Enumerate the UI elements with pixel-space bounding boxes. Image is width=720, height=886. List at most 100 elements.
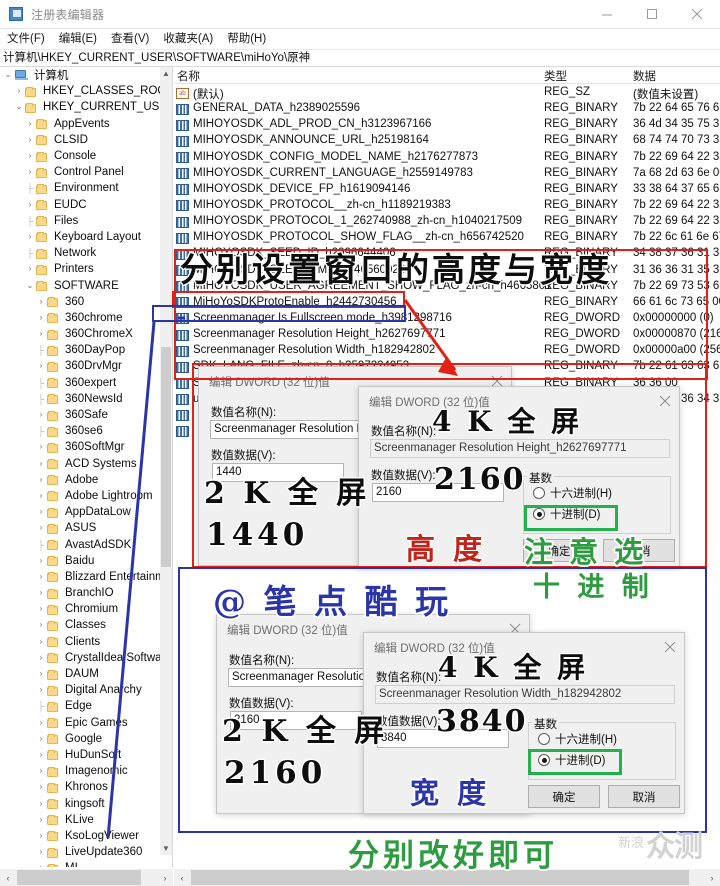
chevron-right-icon[interactable]: › xyxy=(35,407,47,423)
chevron-right-icon[interactable]: › xyxy=(24,197,36,213)
tree-hscroll-thumb[interactable] xyxy=(17,870,141,885)
value-row[interactable]: Screenmanager Resolution Width_h18294280… xyxy=(174,343,720,359)
tree-item[interactable]: › ACD Systems xyxy=(0,456,162,472)
edit-dword-dialog-height-4k[interactable]: 编辑 DWORD (32 位)值 数值名称(N): Screenmanager … xyxy=(358,386,680,568)
chevron-right-icon[interactable]: › xyxy=(35,796,47,812)
chevron-right-icon[interactable]: › xyxy=(35,682,47,698)
tree-item[interactable]: › Khronos xyxy=(0,779,162,795)
menu-favorites[interactable]: 收藏夹(A) xyxy=(156,29,220,50)
radio-hexadecimal-dot[interactable] xyxy=(533,487,545,499)
value-row[interactable]: Screenmanager Resolution Height_h2627697… xyxy=(174,327,720,343)
chevron-right-icon[interactable]: › xyxy=(35,488,47,504)
tree-item[interactable]: ├ 360DayPop xyxy=(0,342,162,358)
chevron-right-icon[interactable]: › xyxy=(35,326,47,342)
tree-item[interactable]: › EUDC xyxy=(0,197,162,213)
menu-file[interactable]: 文件(F) xyxy=(0,29,52,50)
chevron-right-icon[interactable]: › xyxy=(35,520,47,536)
chevron-right-icon[interactable]: › xyxy=(35,358,47,374)
tree-horizontal-scrollbar[interactable]: ‹ › xyxy=(0,869,173,886)
tree-item[interactable]: › DAUM xyxy=(0,666,162,682)
chevron-right-icon[interactable]: › xyxy=(35,715,47,731)
chevron-right-icon[interactable]: › xyxy=(13,83,25,99)
tree-hscroll-left-icon[interactable]: ‹ xyxy=(0,869,16,886)
tree-item[interactable]: › 360ChromeX xyxy=(0,326,162,342)
registry-tree[interactable]: ⌄ 计算机 › HKEY_CLASSES_ROOT ⌄ HKEY_CURRENT_USER… xyxy=(0,67,172,867)
tree-scroll-thumb[interactable] xyxy=(161,347,171,567)
tree-item[interactable]: ├ 360NewsId xyxy=(0,391,162,407)
list-hscroll-left-icon[interactable]: ‹ xyxy=(174,869,190,886)
chevron-right-icon[interactable]: › xyxy=(24,148,36,164)
tree-item[interactable]: › 360DrvMgr xyxy=(0,358,162,374)
maximize-icon[interactable] xyxy=(630,0,675,29)
tree-item[interactable]: › Imagenomic xyxy=(0,763,162,779)
tree-item[interactable]: › Chromium xyxy=(0,601,162,617)
radio-hexadecimal-dot[interactable] xyxy=(538,733,550,745)
chevron-right-icon[interactable]: › xyxy=(35,585,47,601)
chevron-right-icon[interactable]: › xyxy=(35,747,47,763)
chevron-right-icon[interactable]: › xyxy=(35,617,47,633)
tree-item[interactable]: ⌄ 计算机 xyxy=(0,67,162,83)
edit-dword-dialog-width-4k[interactable]: 编辑 DWORD (32 位)值 数值名称(N): Screenmanager … xyxy=(363,632,685,814)
tree-item[interactable]: › Baidu xyxy=(0,553,162,569)
cancel-button[interactable]: 取消 xyxy=(603,539,675,562)
tree-item[interactable]: ⌄ HKEY_CURRENT_USER xyxy=(0,99,172,115)
tree-scroll-down-icon[interactable]: ▼ xyxy=(160,842,172,855)
tree-item[interactable]: › 360 xyxy=(0,294,162,310)
value-row[interactable]: MIHOYOSDK_USER_AGREEMENT_SHOW_FLAG_zh-cn… xyxy=(174,279,720,295)
value-data-input[interactable]: 2160 xyxy=(230,711,362,730)
list-hscroll-thumb[interactable] xyxy=(191,870,689,885)
menu-help[interactable]: 帮助(H) xyxy=(220,29,273,50)
tree-item[interactable]: › CLSID xyxy=(0,132,162,148)
chevron-right-icon[interactable]: › xyxy=(35,860,47,867)
value-row[interactable]: MIHOYOSDK_PROTOCOL_1_262740988_zh-cn_h10… xyxy=(174,214,720,230)
chevron-right-icon[interactable]: › xyxy=(35,456,47,472)
chevron-right-icon[interactable]: › xyxy=(35,569,47,585)
value-row[interactable]: MIHOYOSDK_CURRENT_LANGUAGE_h2559149783 RE… xyxy=(174,166,720,182)
tree-item[interactable]: › Printers xyxy=(0,261,162,277)
tree-item[interactable]: ⌄ SOFTWARE xyxy=(0,277,162,293)
column-header-data[interactable]: 数据 xyxy=(633,68,656,84)
radio-decimal[interactable]: 十进制(D) xyxy=(538,752,605,768)
chevron-down-icon[interactable]: ⌄ xyxy=(24,278,36,294)
chevron-right-icon[interactable]: › xyxy=(35,828,47,844)
chevron-right-icon[interactable]: › xyxy=(35,553,47,569)
chevron-right-icon[interactable]: › xyxy=(24,229,36,245)
chevron-right-icon[interactable]: › xyxy=(35,472,47,488)
value-row[interactable]: MIHOYOSDK_CONFIG_MODEL_NAME_h2176277873 R… xyxy=(174,150,720,166)
chevron-right-icon[interactable]: › xyxy=(24,132,36,148)
value-name-input[interactable]: Screenmanager Resolution Height_h2627697… xyxy=(370,439,670,458)
tree-item[interactable]: › Blizzard Entertainm xyxy=(0,569,165,585)
tree-item[interactable]: › kingsoft xyxy=(0,795,162,811)
chevron-right-icon[interactable]: › xyxy=(35,504,47,520)
tree-item[interactable]: ├ Files xyxy=(0,213,162,229)
tree-item[interactable]: › Classes xyxy=(0,617,162,633)
value-row[interactable]: MIHOYOSDK_PROTOCOL__zh-cn_h1189219383 REG… xyxy=(174,198,720,214)
tree-item[interactable]: › HuDunSoft xyxy=(0,747,162,763)
cancel-button[interactable]: 取消 xyxy=(608,785,680,808)
tree-item[interactable]: › KsoLogViewer xyxy=(0,828,162,844)
list-hscroll-trough[interactable] xyxy=(190,869,704,886)
close-icon[interactable] xyxy=(662,639,678,655)
tree-item[interactable]: › 360SoftMgr xyxy=(0,439,162,455)
tree-item[interactable]: › AppEvents xyxy=(0,116,162,132)
chevron-right-icon[interactable]: › xyxy=(35,601,47,617)
chevron-down-icon[interactable]: ⌄ xyxy=(2,67,14,83)
tree-item[interactable]: › Control Panel xyxy=(0,164,162,180)
chevron-right-icon[interactable]: › xyxy=(24,164,36,180)
chevron-right-icon[interactable]: › xyxy=(35,763,47,779)
chevron-right-icon[interactable]: › xyxy=(35,310,47,326)
tree-item[interactable]: › Clients xyxy=(0,634,162,650)
address-bar[interactable]: 计算机\HKEY_CURRENT_USER\SOFTWARE\miHoYo\原神 xyxy=(0,50,720,67)
tree-item[interactable]: › Adobe Lightroom xyxy=(0,488,162,504)
list-horizontal-scrollbar[interactable]: ‹ › xyxy=(174,869,720,886)
chevron-right-icon[interactable]: › xyxy=(35,779,47,795)
value-row[interactable]: ab (默认) REG_SZ (数值未设置) xyxy=(174,85,720,101)
tree-scroll-up-icon[interactable]: ▲ xyxy=(160,67,172,80)
tree-item[interactable]: › Digital Anarchy xyxy=(0,682,162,698)
chevron-right-icon[interactable]: › xyxy=(24,261,36,277)
radio-hexadecimal[interactable]: 十六进制(H) xyxy=(533,485,612,501)
chevron-right-icon[interactable]: › xyxy=(35,844,47,860)
tree-item[interactable]: ├ Edge xyxy=(0,698,162,714)
radio-decimal-dot[interactable] xyxy=(538,754,550,766)
ok-button[interactable]: 确定 xyxy=(528,785,600,808)
